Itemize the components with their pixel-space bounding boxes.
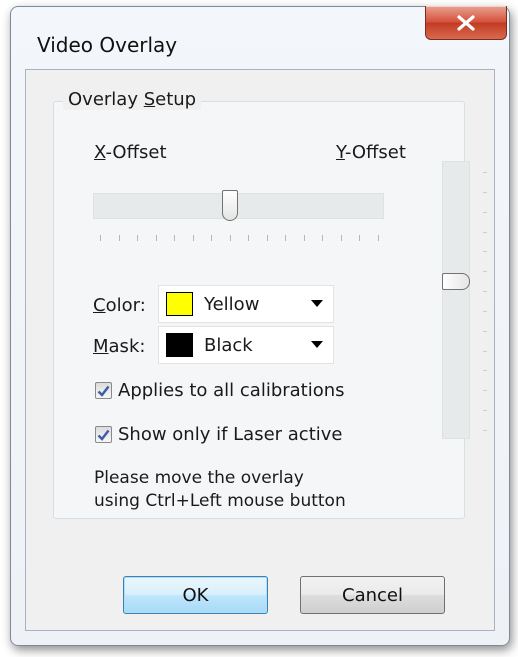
x-offset-tick: [322, 235, 323, 241]
x-offset-ticks: [100, 235, 380, 243]
mask-label: Mask:: [93, 336, 146, 357]
overlay-setup-group: Overlay Setup X-Offset Y-Offset Color: Y…: [53, 89, 487, 519]
ok-button[interactable]: OK: [123, 576, 268, 614]
x-offset-tick: [378, 235, 379, 241]
y-offset-tick: [483, 351, 487, 352]
cancel-button[interactable]: Cancel: [300, 576, 445, 614]
x-offset-slider-thumb[interactable]: [222, 190, 238, 221]
x-offset-tick: [230, 235, 231, 241]
close-icon: [457, 14, 475, 31]
x-offset-tick: [119, 235, 120, 241]
y-offset-tick: [483, 311, 487, 312]
show-only-laser-checkbox[interactable]: [95, 426, 112, 443]
show-only-laser-checkbox-row[interactable]: Show only if Laser active: [95, 424, 343, 445]
x-offset-tick: [359, 235, 360, 241]
video-overlay-dialog: Video Overlay Overlay Setup X-Offset Y-O…: [10, 6, 510, 646]
dialog-client-area: Overlay Setup X-Offset Y-Offset Color: Y…: [25, 69, 495, 631]
x-offset-tick: [267, 235, 268, 241]
x-offset-tick: [211, 235, 212, 241]
mask-selected-value: Black: [204, 334, 253, 356]
y-offset-slider-thumb[interactable]: [442, 273, 470, 290]
color-swatch: [166, 292, 193, 316]
window-title: Video Overlay: [37, 33, 178, 57]
instruction-note: Please move the overlay using Ctrl+Left …: [94, 467, 346, 513]
x-offset-label: X-Offset: [94, 142, 167, 163]
color-select[interactable]: Yellow: [158, 285, 334, 323]
x-offset-tick: [248, 235, 249, 241]
mask-select[interactable]: Black: [158, 326, 334, 364]
y-offset-tick: [483, 370, 487, 371]
y-offset-slider-track[interactable]: [442, 161, 470, 439]
instruction-line-2: using Ctrl+Left mouse button: [94, 491, 346, 511]
group-legend: Overlay Setup: [63, 89, 202, 110]
mask-swatch: [166, 333, 193, 357]
chevron-down-icon: [311, 341, 323, 348]
chevron-down-icon: [311, 300, 323, 307]
y-offset-tick: [483, 172, 487, 173]
y-offset-tick: [483, 212, 487, 213]
y-offset-tick: [483, 430, 487, 431]
y-offset-tick: [483, 390, 487, 391]
close-button[interactable]: [425, 6, 507, 40]
instruction-line-1: Please move the overlay: [94, 468, 304, 488]
color-label: Color:: [93, 295, 146, 316]
y-offset-ticks: [483, 172, 489, 432]
x-offset-tick: [193, 235, 194, 241]
y-offset-tick: [483, 331, 487, 332]
checkmark-icon: [97, 429, 110, 441]
y-offset-tick: [483, 291, 487, 292]
x-offset-tick: [304, 235, 305, 241]
applies-all-calibrations-label: Applies to all calibrations: [118, 380, 345, 401]
x-offset-tick: [174, 235, 175, 241]
applies-all-calibrations-checkbox[interactable]: [95, 382, 112, 399]
y-offset-tick: [483, 251, 487, 252]
show-only-laser-label: Show only if Laser active: [118, 424, 343, 445]
x-offset-tick: [100, 235, 101, 241]
y-offset-tick: [483, 410, 487, 411]
color-selected-value: Yellow: [204, 293, 260, 315]
checkmark-icon: [97, 385, 110, 397]
y-offset-label: Y-Offset: [336, 142, 406, 163]
y-offset-tick: [483, 192, 487, 193]
x-offset-tick: [285, 235, 286, 241]
y-offset-tick: [483, 271, 487, 272]
x-offset-tick: [137, 235, 138, 241]
x-offset-tick: [341, 235, 342, 241]
y-offset-tick: [483, 232, 487, 233]
x-offset-tick: [156, 235, 157, 241]
applies-all-calibrations-checkbox-row[interactable]: Applies to all calibrations: [95, 380, 345, 401]
x-offset-slider-track[interactable]: [93, 193, 384, 219]
